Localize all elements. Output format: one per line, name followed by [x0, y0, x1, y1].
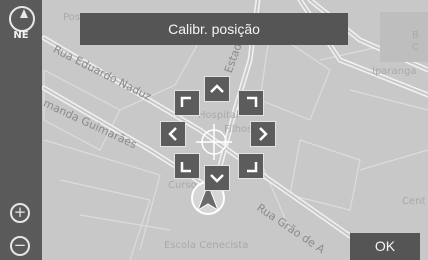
arrow-left-icon [168, 127, 177, 141]
compass-heading-label: NE [13, 30, 29, 41]
arrow-down-button[interactable] [204, 165, 230, 191]
place-label: B [412, 30, 419, 41]
place-label: C [412, 42, 419, 53]
compass-needle [20, 9, 28, 18]
arrow-down-left-icon [180, 162, 191, 173]
zoom-in-icon[interactable]: + [10, 203, 30, 223]
arrow-down-right-button[interactable] [238, 153, 264, 179]
arrow-up-left-icon [180, 96, 191, 107]
arrow-up-button[interactable] [204, 76, 230, 102]
crosshair-icon [196, 124, 232, 160]
compass-icon[interactable]: NE [6, 6, 36, 46]
arrow-up-left-button[interactable] [174, 90, 200, 116]
place-label: Cent [402, 196, 426, 207]
arrow-down-left-button[interactable] [174, 153, 200, 179]
page-title: Calibr. posição [80, 13, 348, 45]
arrow-up-icon [210, 84, 224, 93]
arrow-down-right-icon [247, 162, 258, 173]
place-label: Pos [63, 12, 81, 23]
arrow-right-button[interactable] [250, 121, 276, 147]
arrow-left-button[interactable] [160, 121, 186, 147]
place-label: Iparanga [372, 66, 417, 77]
zoom-out-icon[interactable]: − [10, 236, 30, 256]
place-label: Hospital [198, 110, 239, 121]
place-label: Escola Cenecista [164, 240, 249, 251]
arrow-right-icon [259, 127, 268, 141]
arrow-up-right-button[interactable] [238, 90, 264, 116]
arrow-up-right-icon [247, 96, 258, 107]
ok-button[interactable]: OK [350, 233, 420, 260]
left-control-rail: NE + − [0, 0, 42, 260]
arrow-down-icon [210, 174, 224, 183]
